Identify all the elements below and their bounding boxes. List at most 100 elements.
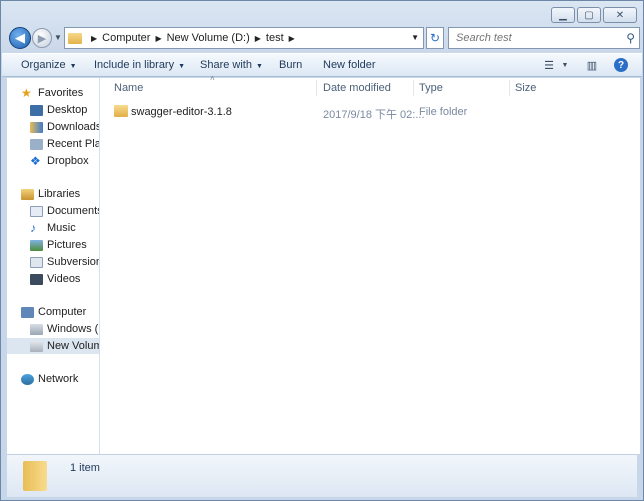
nav-recent-places[interactable]: Recent Places bbox=[30, 136, 100, 152]
nav-subversion[interactable]: Subversion bbox=[30, 254, 99, 270]
breadcrumb-computer[interactable]: Computer bbox=[102, 32, 150, 44]
recent-places-icon bbox=[30, 138, 43, 150]
breadcrumb-test[interactable]: test bbox=[266, 32, 284, 44]
search-icon[interactable]: ⚲ bbox=[626, 31, 635, 45]
include-in-library-button[interactable]: Include in library ▼ bbox=[94, 59, 185, 71]
preview-pane-icon: ▥ bbox=[586, 59, 598, 72]
chevron-right-icon[interactable]: ▶ bbox=[155, 34, 161, 43]
back-button[interactable]: ◀ bbox=[9, 27, 31, 49]
help-button[interactable]: ? bbox=[612, 57, 630, 73]
nav-music[interactable]: ♪ Music bbox=[30, 220, 99, 236]
folder-icon bbox=[68, 32, 82, 44]
nav-label: New Volume (D:) bbox=[47, 340, 99, 352]
column-header-name[interactable]: Name bbox=[114, 82, 143, 94]
include-in-library-label: Include in library bbox=[94, 59, 175, 71]
nav-desktop[interactable]: Desktop bbox=[30, 102, 99, 118]
folder-icon bbox=[114, 105, 128, 117]
nav-label: Documents bbox=[47, 205, 100, 217]
nav-favorites[interactable]: ★ Favorites bbox=[21, 85, 99, 101]
chevron-down-icon: ▼ bbox=[178, 63, 186, 70]
nav-network[interactable]: Network bbox=[21, 371, 99, 387]
chevron-right-icon[interactable]: ▶ bbox=[289, 34, 295, 43]
command-bar: Organize ▼ Include in library ▼ Share with… bbox=[2, 53, 642, 77]
column-divider[interactable] bbox=[413, 80, 414, 96]
music-icon: ♪ bbox=[30, 220, 36, 235]
view-list-icon: ☰ bbox=[544, 59, 554, 72]
nav-label: Libraries bbox=[38, 188, 81, 200]
breadcrumb-new-volume[interactable]: New Volume (D:) bbox=[167, 32, 250, 44]
new-folder-button[interactable]: New folder bbox=[323, 59, 376, 71]
address-history-dropdown[interactable]: ▼ bbox=[411, 33, 419, 42]
column-header-type[interactable]: Type bbox=[419, 82, 443, 94]
nav-new-volume[interactable]: New Volume (D:) bbox=[7, 338, 99, 354]
nav-windows-c[interactable]: Windows (C:) bbox=[30, 321, 99, 337]
file-name: swagger-editor-3.1.8 bbox=[131, 106, 232, 118]
recent-pages-dropdown[interactable]: ▼ bbox=[54, 33, 62, 42]
burn-label: Burn bbox=[279, 59, 303, 71]
dropbox-icon: ❖ bbox=[30, 153, 41, 168]
share-with-button[interactable]: Share with ▼ bbox=[200, 59, 263, 71]
refresh-icon: ↻ bbox=[429, 31, 441, 45]
share-with-label: Share with bbox=[200, 59, 252, 71]
minimize-button[interactable]: ▁ bbox=[551, 7, 575, 23]
nav-label: Computer bbox=[38, 306, 87, 318]
explorer-window: ▁ ▢ ✕ ◀ ▶ ▼ ▶ Computer ▶ New Volume (D:)… bbox=[0, 0, 644, 501]
nav-label: Pictures bbox=[47, 239, 87, 251]
column-divider[interactable] bbox=[316, 80, 317, 96]
nav-label: Desktop bbox=[47, 104, 88, 116]
refresh-button[interactable]: ↻ bbox=[426, 27, 444, 49]
search-box[interactable]: ⚲ bbox=[448, 27, 640, 49]
file-date-modified: 2017/9/18 下午 02:... bbox=[323, 109, 425, 121]
chevron-right-icon[interactable]: ▶ bbox=[255, 34, 261, 43]
nav-dropbox[interactable]: ❖ Dropbox bbox=[30, 153, 99, 169]
drive-icon bbox=[30, 340, 43, 352]
nav-libraries[interactable]: Libraries bbox=[21, 186, 99, 202]
maximize-button[interactable]: ▢ bbox=[577, 7, 601, 23]
address-bar[interactable]: ▶ Computer ▶ New Volume (D:) ▶ test ▶ ▼ bbox=[64, 27, 424, 49]
drive-icon bbox=[30, 323, 43, 335]
close-button[interactable]: ✕ bbox=[603, 7, 637, 23]
nav-documents[interactable]: Documents bbox=[30, 203, 100, 219]
nav-label: Recent Places bbox=[47, 138, 100, 150]
nav-label: Dropbox bbox=[47, 155, 89, 167]
folder-icon bbox=[23, 461, 47, 491]
file-row[interactable]: swagger-editor-3.1.8 2017/9/18 下午 02:...… bbox=[114, 104, 634, 121]
organize-button[interactable]: Organize ▼ bbox=[21, 59, 77, 71]
chevron-down-icon: ▼ bbox=[255, 63, 263, 70]
nav-label: Videos bbox=[47, 273, 81, 285]
help-icon: ? bbox=[614, 58, 628, 72]
file-type: File folder bbox=[419, 106, 468, 118]
chevron-down-icon: ▼ bbox=[69, 63, 77, 70]
subversion-icon bbox=[30, 256, 43, 268]
nav-downloads[interactable]: Downloads bbox=[30, 119, 100, 135]
nav-label: Favorites bbox=[38, 87, 84, 99]
organize-label: Organize bbox=[21, 59, 66, 71]
new-folder-label: New folder bbox=[323, 59, 376, 71]
nav-label: Network bbox=[38, 373, 79, 385]
videos-icon bbox=[30, 273, 43, 285]
arrow-left-icon: ◀ bbox=[15, 30, 25, 45]
burn-button[interactable]: Burn bbox=[279, 59, 302, 71]
navigation-pane: ★ Favorites Desktop Downloads Recent Plac… bbox=[7, 78, 100, 454]
nav-label: Windows (C:) bbox=[47, 323, 99, 335]
nav-computer[interactable]: Computer bbox=[21, 304, 99, 320]
column-divider[interactable] bbox=[509, 80, 510, 96]
breadcrumb: ▶ Computer ▶ New Volume (D:) ▶ test ▶ bbox=[86, 32, 300, 44]
star-icon: ★ bbox=[21, 85, 32, 100]
preview-pane-button[interactable]: ▥ bbox=[583, 57, 601, 73]
nav-videos[interactable]: Videos bbox=[30, 271, 99, 287]
arrow-right-icon: ▶ bbox=[37, 32, 47, 45]
pictures-icon bbox=[30, 239, 43, 251]
sort-indicator-icon: ˄ bbox=[210, 74, 215, 83]
nav-pictures[interactable]: Pictures bbox=[30, 237, 99, 253]
column-header-size[interactable]: Size bbox=[515, 82, 536, 94]
search-input[interactable] bbox=[454, 31, 618, 45]
nav-label: Downloads bbox=[47, 121, 100, 133]
view-options-dropdown[interactable]: ▼ bbox=[556, 57, 574, 73]
navigation-bar: ◀ ▶ ▼ ▶ Computer ▶ New Volume (D:) ▶ tes… bbox=[7, 25, 640, 51]
chevron-right-icon[interactable]: ▶ bbox=[91, 34, 97, 43]
nav-label: Music bbox=[47, 222, 76, 234]
forward-button[interactable]: ▶ bbox=[32, 28, 52, 48]
column-header-date-modified[interactable]: Date modified bbox=[323, 82, 391, 94]
documents-icon bbox=[30, 205, 43, 217]
